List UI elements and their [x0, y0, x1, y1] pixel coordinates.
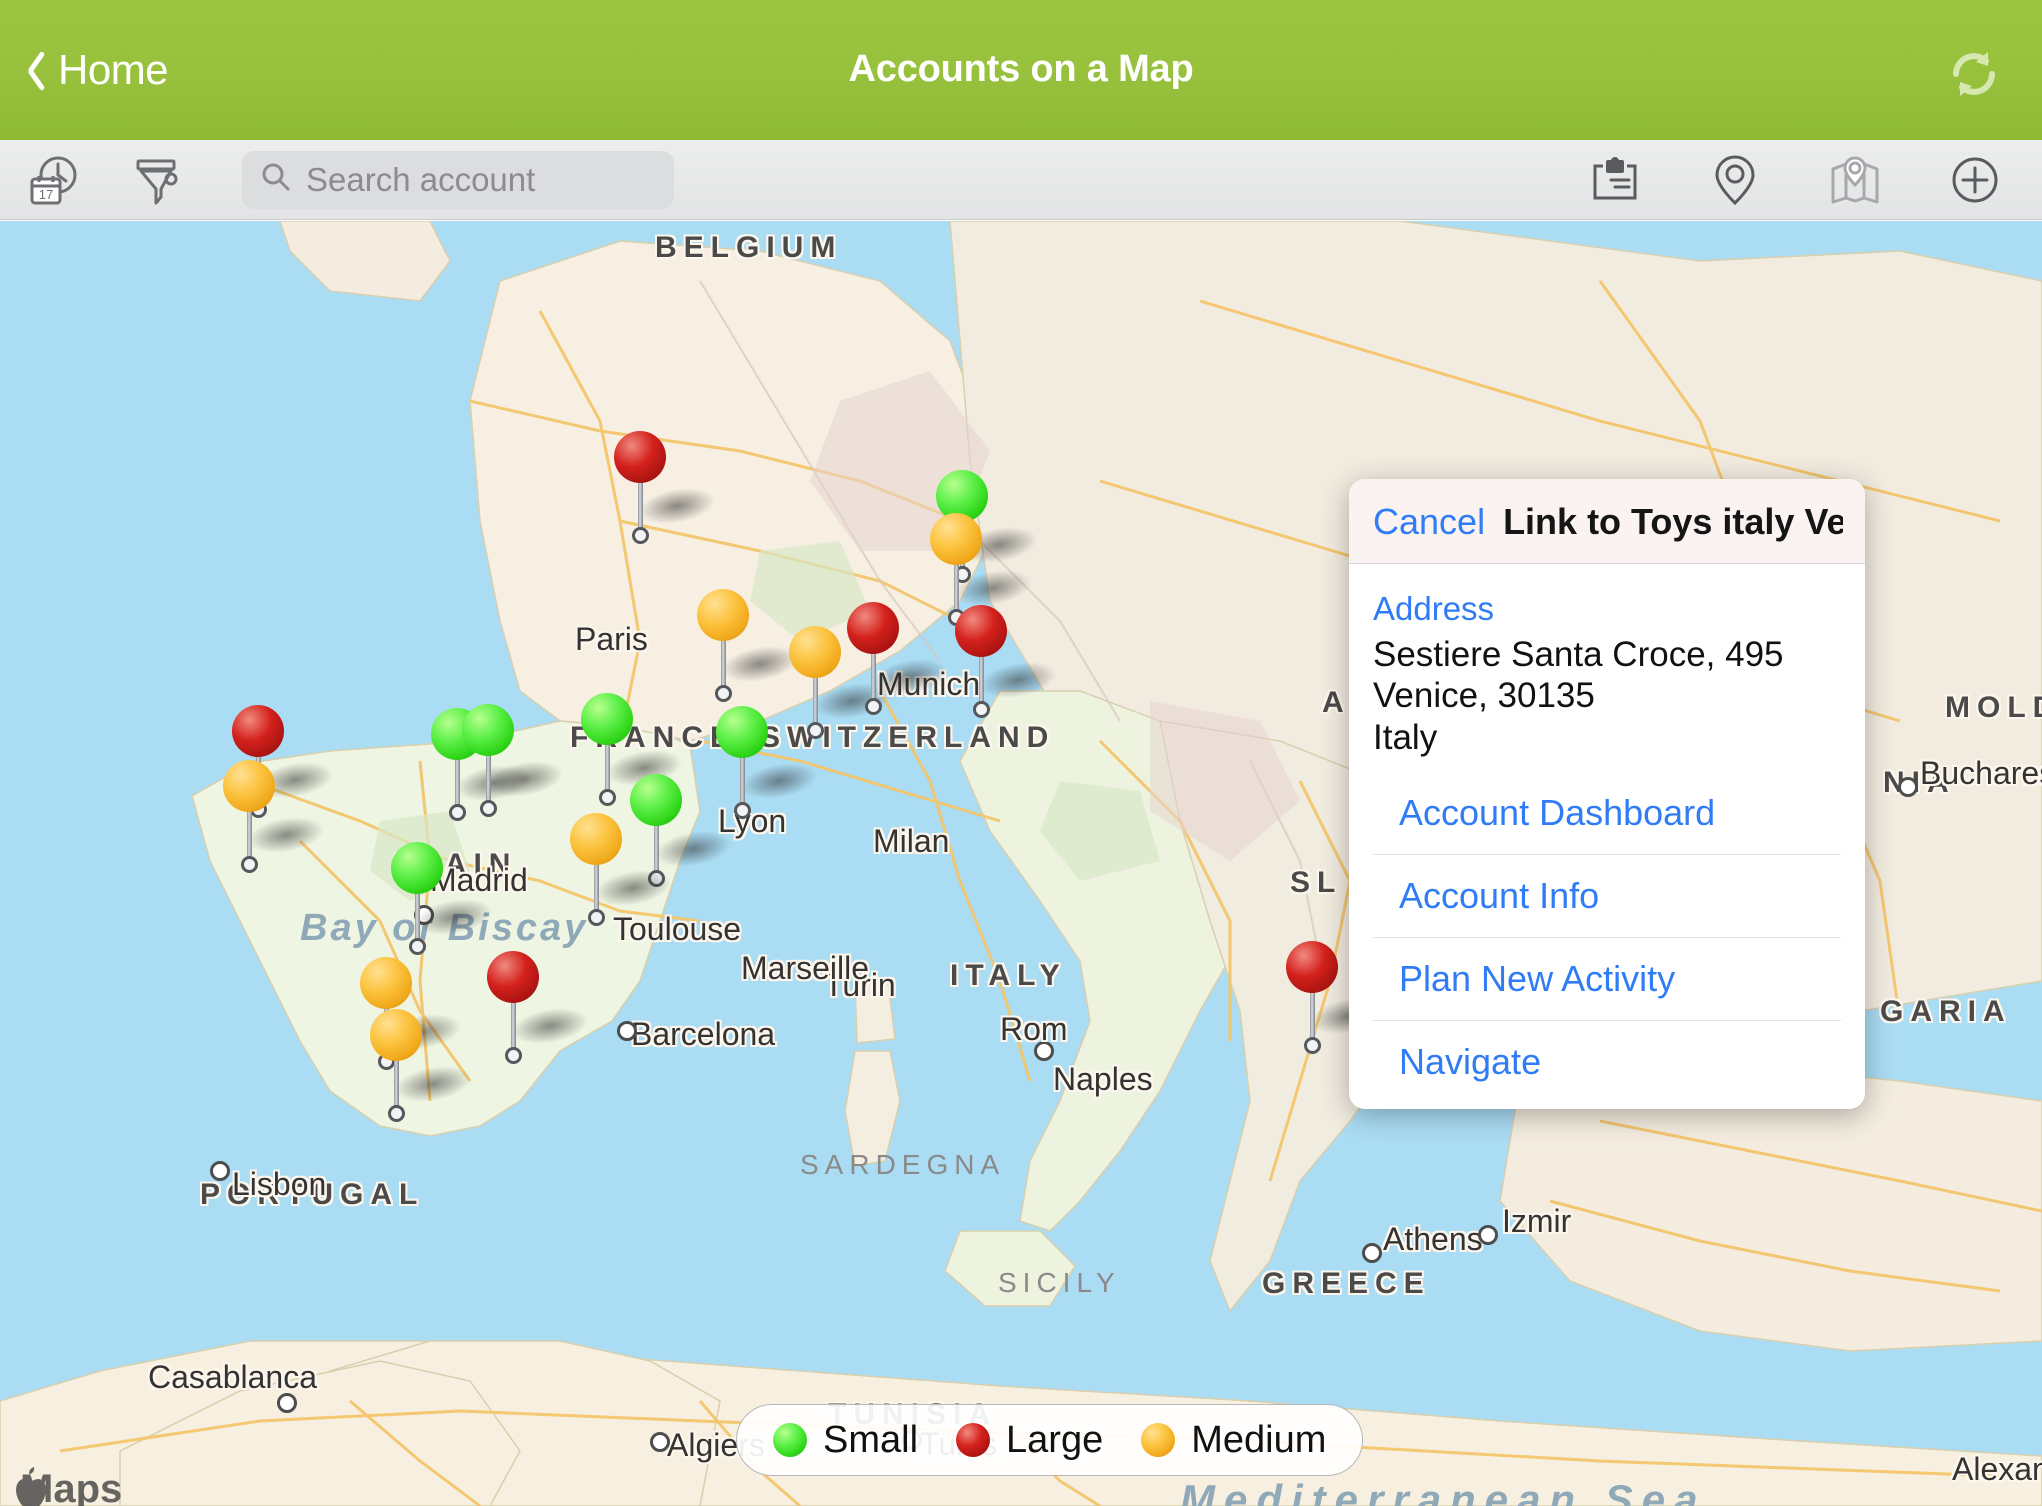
pin-head-red [1286, 941, 1338, 993]
pin-tip [505, 1047, 522, 1064]
pin-tip [734, 802, 751, 819]
popup-body: Address Sestiere Santa Croce, 495 Venice… [1349, 564, 1865, 1109]
pin-head-orange [360, 957, 412, 1009]
location-pin-icon[interactable] [1704, 149, 1766, 211]
pin-tip [807, 722, 824, 739]
pin-head-orange [789, 626, 841, 678]
map-city-dot [277, 1393, 297, 1413]
legend-dot-small-icon [773, 1423, 807, 1457]
menu-item-plan-new-activity[interactable]: Plan New Activity [1373, 936, 1841, 1020]
pin-tip [865, 698, 882, 715]
pin-tip [632, 527, 649, 544]
clipboard-icon[interactable] [1584, 149, 1646, 211]
legend-label-small: Small [823, 1418, 919, 1461]
pin-head-green [462, 704, 514, 756]
address-line-1: Sestiere Santa Croce, 495 [1373, 635, 1784, 674]
menu-item-navigate[interactable]: Navigate [1373, 1019, 1841, 1103]
legend-label-medium: Medium [1191, 1418, 1327, 1461]
pin-tip [409, 938, 426, 955]
pin-head-red [614, 431, 666, 483]
map-pin-folded-icon[interactable] [1824, 149, 1886, 211]
legend-dot-medium-icon [1141, 1423, 1176, 1457]
pin-tip [1304, 1037, 1321, 1054]
pin-head-green [716, 706, 768, 758]
search-icon [260, 161, 292, 198]
map-city-dot [617, 1021, 637, 1041]
map-city-dot [1362, 1243, 1382, 1263]
map-attribution: Maps [14, 1467, 122, 1506]
pin-tip [480, 800, 497, 817]
map-toolbar: 17 Search account [0, 140, 2042, 220]
pin-head-orange [570, 813, 622, 865]
map-city-dot [1898, 777, 1918, 797]
pin-head-orange [930, 513, 982, 565]
pin-head-orange [223, 760, 275, 812]
refresh-sync-icon[interactable] [1946, 46, 2002, 102]
map-city-dot [210, 1161, 230, 1181]
legend-item-large: Large [956, 1419, 1103, 1462]
navigation-bar: Home Accounts on a Map [0, 0, 2042, 140]
pin-tip [973, 701, 990, 718]
pin-tip [241, 856, 258, 873]
popup-title: Link to Toys italy Ve... [1503, 501, 1843, 542]
search-input-placeholder: Search account [306, 160, 536, 198]
map-city-dot [1478, 1225, 1498, 1245]
address-line-2: Venice, 30135 [1373, 676, 1595, 716]
legend-item-medium: Medium [1141, 1419, 1326, 1462]
page-title: Accounts on a Map [848, 48, 1194, 90]
pin-tip [588, 909, 605, 926]
cancel-button[interactable]: Cancel [1373, 501, 1485, 543]
pin-head-red [487, 951, 539, 1003]
pin-head-red [232, 705, 284, 757]
pin-head-orange [370, 1009, 422, 1061]
pin-head-green [391, 842, 443, 894]
legend-item-small: Small [773, 1419, 918, 1462]
accounts-map-screen: Home Accounts on a Map 17 Search account… [0, 0, 2042, 1506]
legend-dot-large-icon [956, 1423, 991, 1457]
filter-funnel-icon[interactable] [126, 149, 188, 211]
svg-text:17: 17 [39, 187, 53, 202]
pin-head-red [847, 602, 899, 654]
address-line-3: Italy [1373, 717, 1438, 757]
account-callout-popup: Cancel Link to Toys italy Ve... Address … [1349, 479, 1865, 1109]
pin-tip [599, 789, 616, 806]
map-legend: Small Large Medium [736, 1404, 1364, 1476]
add-plus-circle-icon[interactable] [1944, 149, 2006, 211]
pin-head-red [955, 605, 1007, 657]
pin-tip [388, 1105, 405, 1122]
popup-header: Cancel Link to Toys italy Ve... [1349, 479, 1865, 564]
menu-item-account-dashboard[interactable]: Account Dashboard [1373, 784, 1841, 854]
legend-label-large: Large [1006, 1418, 1104, 1461]
search-input[interactable]: Search account [242, 150, 674, 209]
calendar-clock-icon[interactable]: 17 [22, 149, 84, 211]
address-label[interactable]: Address [1373, 590, 1841, 628]
map-canvas[interactable]: BELGIUM FRANCE SWITZERLAND SPAIN PORTUGA… [0, 221, 2042, 1506]
pin-head-green [630, 774, 682, 826]
pin-head-orange [697, 589, 749, 641]
pin-tip [449, 804, 466, 821]
menu-item-account-info[interactable]: Account Info [1373, 853, 1841, 937]
pin-tip [715, 685, 732, 702]
pin-head-green [581, 693, 633, 745]
map-city-dot [650, 1432, 670, 1452]
map-city-dot [1034, 1041, 1054, 1061]
popup-action-menu: Account Dashboard Account Info Plan New … [1373, 784, 1841, 1103]
